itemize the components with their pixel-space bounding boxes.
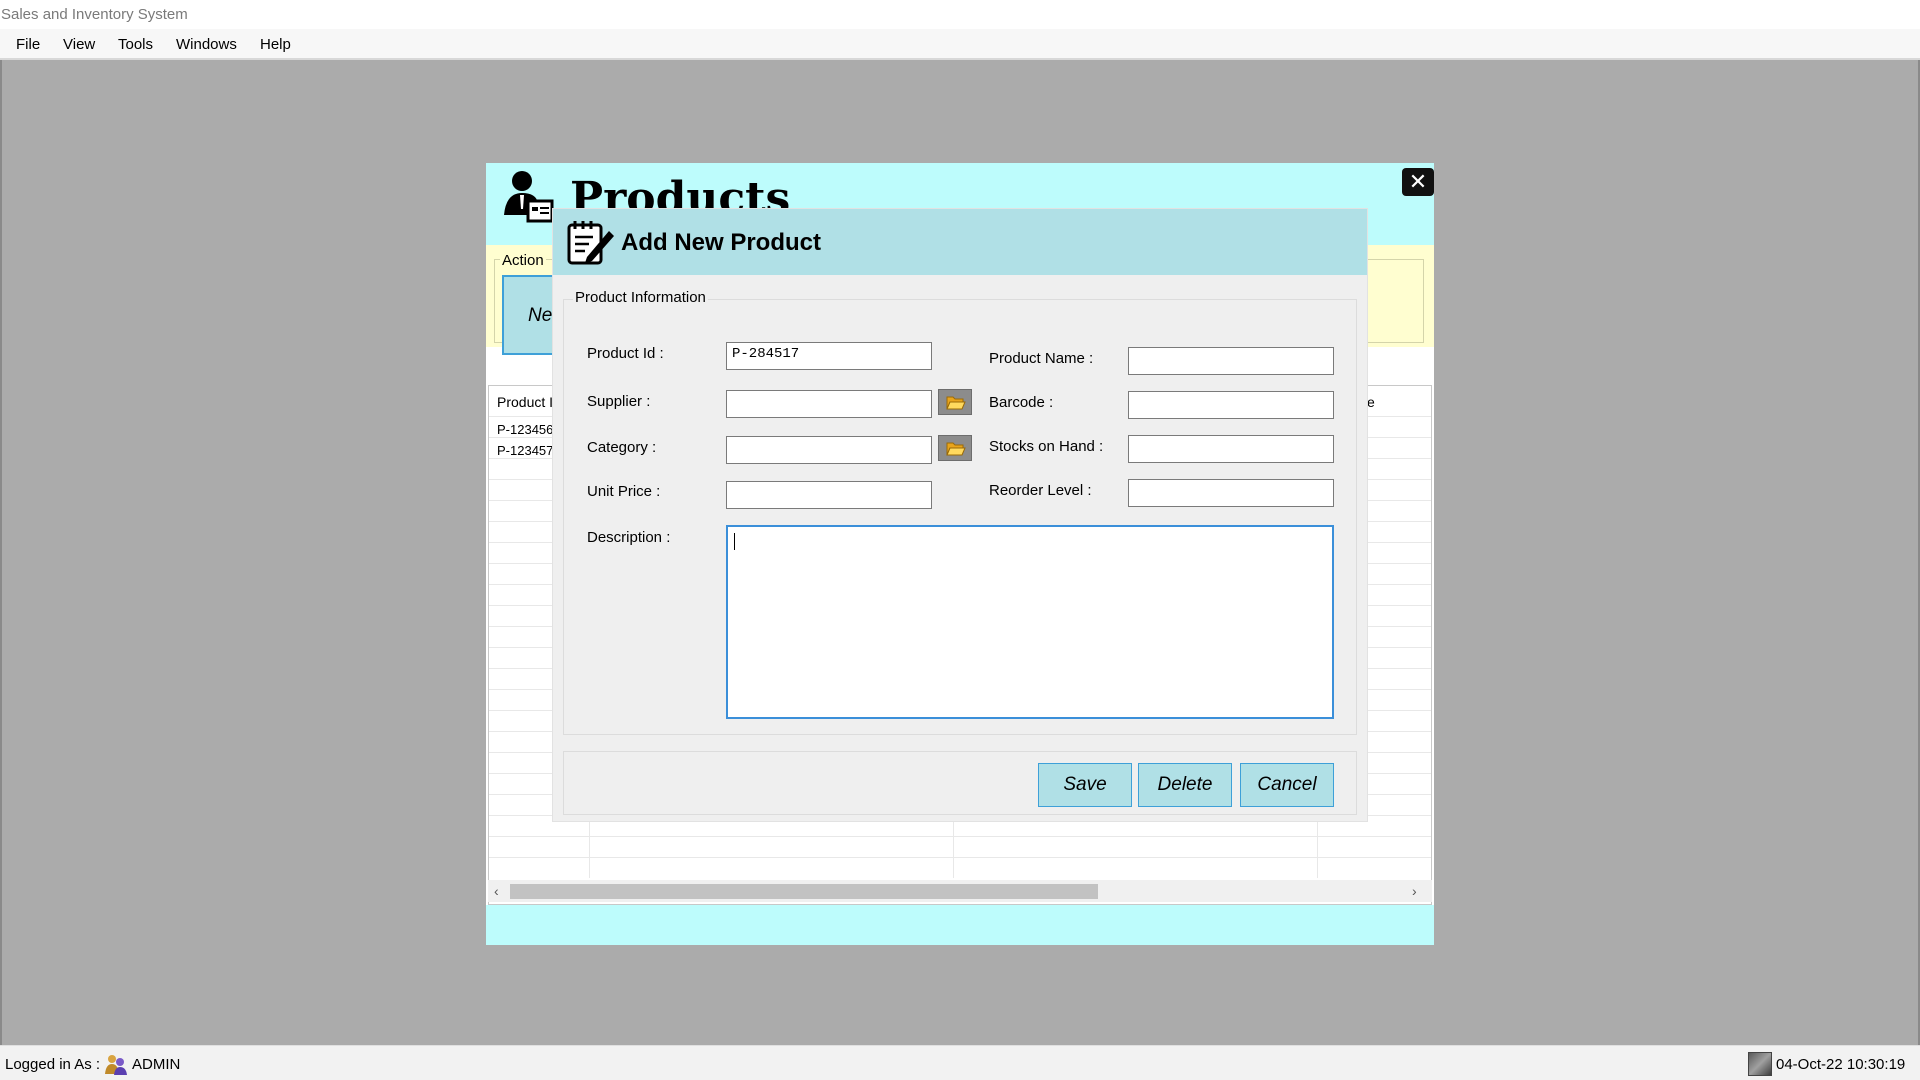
grid-divider <box>489 857 1431 858</box>
menu-help[interactable]: Help <box>259 34 292 55</box>
unit-price-label: Unit Price : <box>587 483 661 500</box>
user-card-icon <box>504 171 554 223</box>
scroll-left-icon[interactable]: ‹ <box>494 883 499 899</box>
delete-button[interactable]: Delete <box>1138 763 1232 807</box>
dialog-title: Add New Product <box>621 229 822 256</box>
dialog-button-panel <box>563 751 1357 815</box>
add-product-dialog: Add New Product Product Information Prod… <box>553 209 1367 821</box>
supplier-label: Supplier : <box>587 393 651 410</box>
logged-in-label: Logged in As : <box>5 1056 101 1073</box>
photo-thumbnail-icon <box>1748 1052 1772 1076</box>
scroll-right-icon[interactable]: › <box>1412 883 1417 899</box>
description-field[interactable] <box>726 525 1334 719</box>
product-information-label: Product Information <box>573 289 708 306</box>
barcode-label: Barcode : <box>989 394 1054 411</box>
grid-divider <box>489 836 1431 837</box>
edit-note-icon <box>567 221 614 265</box>
product-name-label: Product Name : <box>989 350 1094 367</box>
category-field[interactable] <box>726 436 932 464</box>
menu-view[interactable]: View <box>62 34 96 55</box>
users-icon <box>105 1055 127 1075</box>
scrollbar-thumb[interactable] <box>510 884 1098 899</box>
browse-category-button[interactable] <box>938 435 972 461</box>
menu-tools[interactable]: Tools <box>117 34 154 55</box>
product-id-label: Product Id : <box>587 345 664 362</box>
menu-windows[interactable]: Windows <box>175 34 238 55</box>
description-label: Description : <box>587 529 671 546</box>
text-caret <box>734 533 735 550</box>
stocks-on-hand-field[interactable] <box>1128 435 1334 463</box>
table-row[interactable]: P-123457 <box>497 443 553 458</box>
category-label: Category : <box>587 439 657 456</box>
unit-price-field[interactable] <box>726 481 932 509</box>
close-icon[interactable]: ✕ <box>1402 168 1434 196</box>
menu-bar: File View Tools Windows Help <box>0 29 1920 60</box>
logged-in-user: ADMIN <box>132 1056 181 1073</box>
cancel-button[interactable]: Cancel <box>1240 763 1334 807</box>
browse-supplier-button[interactable] <box>938 389 972 415</box>
action-label: Action <box>500 252 546 269</box>
reorder-level-field[interactable] <box>1128 479 1334 507</box>
status-datetime: 04-Oct-22 10:30:19 <box>1776 1056 1906 1073</box>
folder-open-icon <box>946 442 966 456</box>
title-bar: Sales and Inventory System <box>0 0 1920 29</box>
menu-file[interactable]: File <box>15 34 41 55</box>
grid-horizontal-scrollbar[interactable]: ‹ › <box>488 880 1432 902</box>
barcode-field[interactable] <box>1128 391 1334 419</box>
supplier-field[interactable] <box>726 390 932 418</box>
dialog-header: Add New Product <box>553 209 1367 275</box>
app-title: Sales and Inventory System <box>1 6 188 23</box>
products-footer <box>486 905 1434 945</box>
save-button[interactable]: Save <box>1038 763 1132 807</box>
reorder-level-label: Reorder Level : <box>989 482 1092 499</box>
product-id-field[interactable]: P-284517 <box>726 342 932 370</box>
status-bar: Logged in As : ADMIN 04-Oct-22 10:30:19 <box>0 1045 1920 1080</box>
stocks-on-hand-label: Stocks on Hand : <box>989 438 1104 455</box>
product-name-field[interactable] <box>1128 347 1334 375</box>
folder-open-icon <box>946 396 966 410</box>
grid-header-right[interactable]: e <box>1367 394 1375 410</box>
grid-header-product-id[interactable]: Product I <box>497 394 553 410</box>
table-row[interactable]: P-123456 <box>497 422 553 437</box>
